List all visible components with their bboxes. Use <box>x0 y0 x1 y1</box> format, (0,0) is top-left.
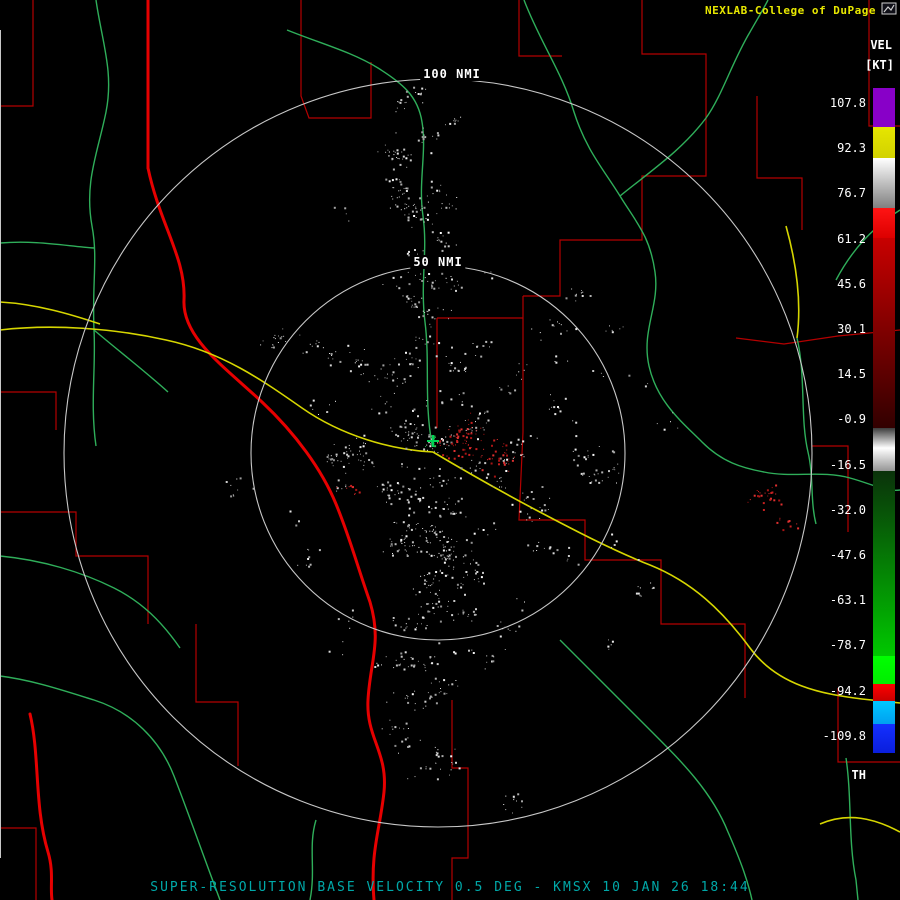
inner-ring-label: 50 NMI <box>410 255 466 269</box>
colorbar-tick-label: -94.2 <box>829 683 866 698</box>
highways <box>0 225 900 833</box>
colorbar-unit-sub: [KT] <box>865 58 894 72</box>
colorbar-segment <box>873 88 895 127</box>
map-edge-line <box>0 30 1 858</box>
county-boundaries <box>0 0 900 900</box>
colorbar-tick-label: -0.9 <box>837 412 866 427</box>
product-caption: SUPER-RESOLUTION BASE VELOCITY 0.5 DEG -… <box>150 880 750 895</box>
colorbar-tick-label: -47.6 <box>829 548 866 562</box>
colorbar-tick-label: -32.0 <box>829 502 866 517</box>
colorbar-tick-label: 92.3 <box>837 141 866 156</box>
colorbar-tick-label: -78.7 <box>829 638 866 653</box>
colorbar-segment <box>873 724 895 753</box>
colorbar-tick-label: 107.8 <box>829 96 866 110</box>
velocity-colorbar <box>873 88 895 753</box>
colorbar-tick-label: 76.7 <box>837 186 866 201</box>
colorbar-segment <box>873 428 895 448</box>
brand-text: NEXLAB-College of DuPage <box>705 4 876 17</box>
colorbar-segment <box>873 448 895 471</box>
colorbar-segment <box>873 684 895 701</box>
colorbar-segment <box>873 656 895 684</box>
colorbar-tick-label: 45.6 <box>837 276 866 291</box>
cod-logo-icon <box>881 2 897 15</box>
colorbar-segment <box>873 701 895 724</box>
colorbar-threshold-label: TH <box>851 768 866 782</box>
colorbar-segment <box>873 238 895 428</box>
radar-map <box>0 0 900 900</box>
colorbar-tick-label: -63.1 <box>829 593 866 608</box>
colorbar-tick-label: 14.5 <box>837 367 866 382</box>
colorbar-tick-label: -16.5 <box>829 457 866 472</box>
interstate-roads <box>28 0 386 900</box>
outer-ring-label: 100 NMI <box>420 67 484 81</box>
radar-echoes <box>225 86 800 814</box>
radar-display: 100 NMI 50 NMI NEXLAB-College of DuPage … <box>0 0 900 900</box>
colorbar-segment <box>873 208 895 238</box>
colorbar-segment <box>873 158 895 208</box>
rivers <box>0 0 900 900</box>
colorbar-unit-label: VEL <box>870 38 892 52</box>
colorbar-tick-label: 61.2 <box>837 231 866 246</box>
colorbar-segment <box>873 471 895 656</box>
colorbar-tick-label: -109.8 <box>822 728 866 743</box>
colorbar-segment <box>873 127 895 158</box>
colorbar-tick-label: 30.1 <box>837 322 866 336</box>
